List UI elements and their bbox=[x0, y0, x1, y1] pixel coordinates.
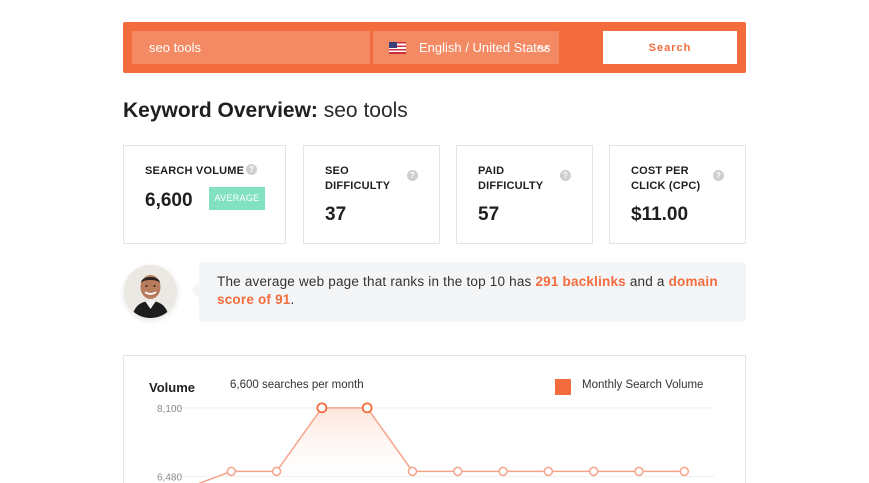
help-icon[interactable]: ? bbox=[246, 164, 257, 175]
person-portrait-icon bbox=[124, 265, 177, 318]
metric-value: 37 bbox=[325, 204, 347, 225]
keyword-search-bar: English / United States Search bbox=[123, 22, 746, 73]
metric-value: 6,600 bbox=[145, 190, 193, 211]
us-flag-icon bbox=[389, 41, 406, 54]
help-icon[interactable]: ? bbox=[560, 170, 571, 181]
page-title-keyword: seo tools bbox=[323, 99, 408, 122]
language-label: English / United States bbox=[419, 40, 551, 55]
metric-label: SEO DIFFICULTY bbox=[325, 165, 391, 192]
keyword-input[interactable] bbox=[132, 31, 370, 64]
metric-label: SEARCH VOLUME bbox=[145, 165, 245, 177]
search-volume-card: SEARCH VOLUME ? 6,600 AVERAGE bbox=[123, 145, 286, 244]
data-point bbox=[226, 466, 237, 477]
y-tick-label: 6,480 bbox=[157, 472, 182, 483]
volume-chart-card: Volume 6,600 searches per month Monthly … bbox=[123, 355, 746, 483]
data-point bbox=[271, 466, 282, 477]
page-title-prefix: Keyword Overview: bbox=[123, 99, 318, 122]
seo-difficulty-card: SEO DIFFICULTY ? 37 bbox=[303, 145, 440, 244]
avatar bbox=[124, 265, 177, 318]
status-badge: AVERAGE bbox=[209, 187, 265, 210]
series-line bbox=[198, 407, 685, 483]
tip-text-start: The average web page that ranks in the t… bbox=[217, 274, 536, 289]
tip-text-middle: and a bbox=[625, 274, 669, 289]
metric-label: COST PER CLICK (CPC) bbox=[631, 165, 701, 192]
y-tick-label: 8,100 bbox=[157, 404, 182, 415]
metric-value: 57 bbox=[478, 204, 500, 225]
help-icon[interactable]: ? bbox=[407, 170, 418, 181]
help-icon[interactable]: ? bbox=[713, 170, 724, 181]
metric-label: PAID DIFFICULTY bbox=[478, 165, 544, 192]
search-button[interactable]: Search bbox=[603, 31, 737, 64]
data-point bbox=[361, 402, 373, 414]
data-point bbox=[679, 466, 690, 477]
data-point bbox=[498, 466, 508, 477]
language-select[interactable]: English / United States bbox=[373, 31, 559, 64]
backlinks-highlight: 291 backlinks bbox=[535, 274, 626, 289]
data-point bbox=[453, 466, 463, 477]
backlinks-tip: The average web page that ranks in the t… bbox=[191, 262, 746, 322]
data-point bbox=[588, 466, 599, 477]
data-point bbox=[407, 466, 418, 477]
tip-text-end: . bbox=[290, 292, 295, 307]
page-title: Keyword Overview: seo tools bbox=[123, 99, 408, 123]
metric-value: $11.00 bbox=[631, 204, 689, 225]
cpc-card: COST PER CLICK (CPC) ? $11.00 bbox=[609, 145, 746, 244]
tip-text: The average web page that ranks in the t… bbox=[217, 273, 737, 309]
volume-chart: 8,100 6,480 bbox=[157, 402, 714, 483]
data-point bbox=[634, 466, 644, 477]
data-point bbox=[316, 402, 328, 414]
data-point bbox=[543, 466, 554, 477]
paid-difficulty-card: PAID DIFFICULTY ? 57 bbox=[456, 145, 593, 244]
